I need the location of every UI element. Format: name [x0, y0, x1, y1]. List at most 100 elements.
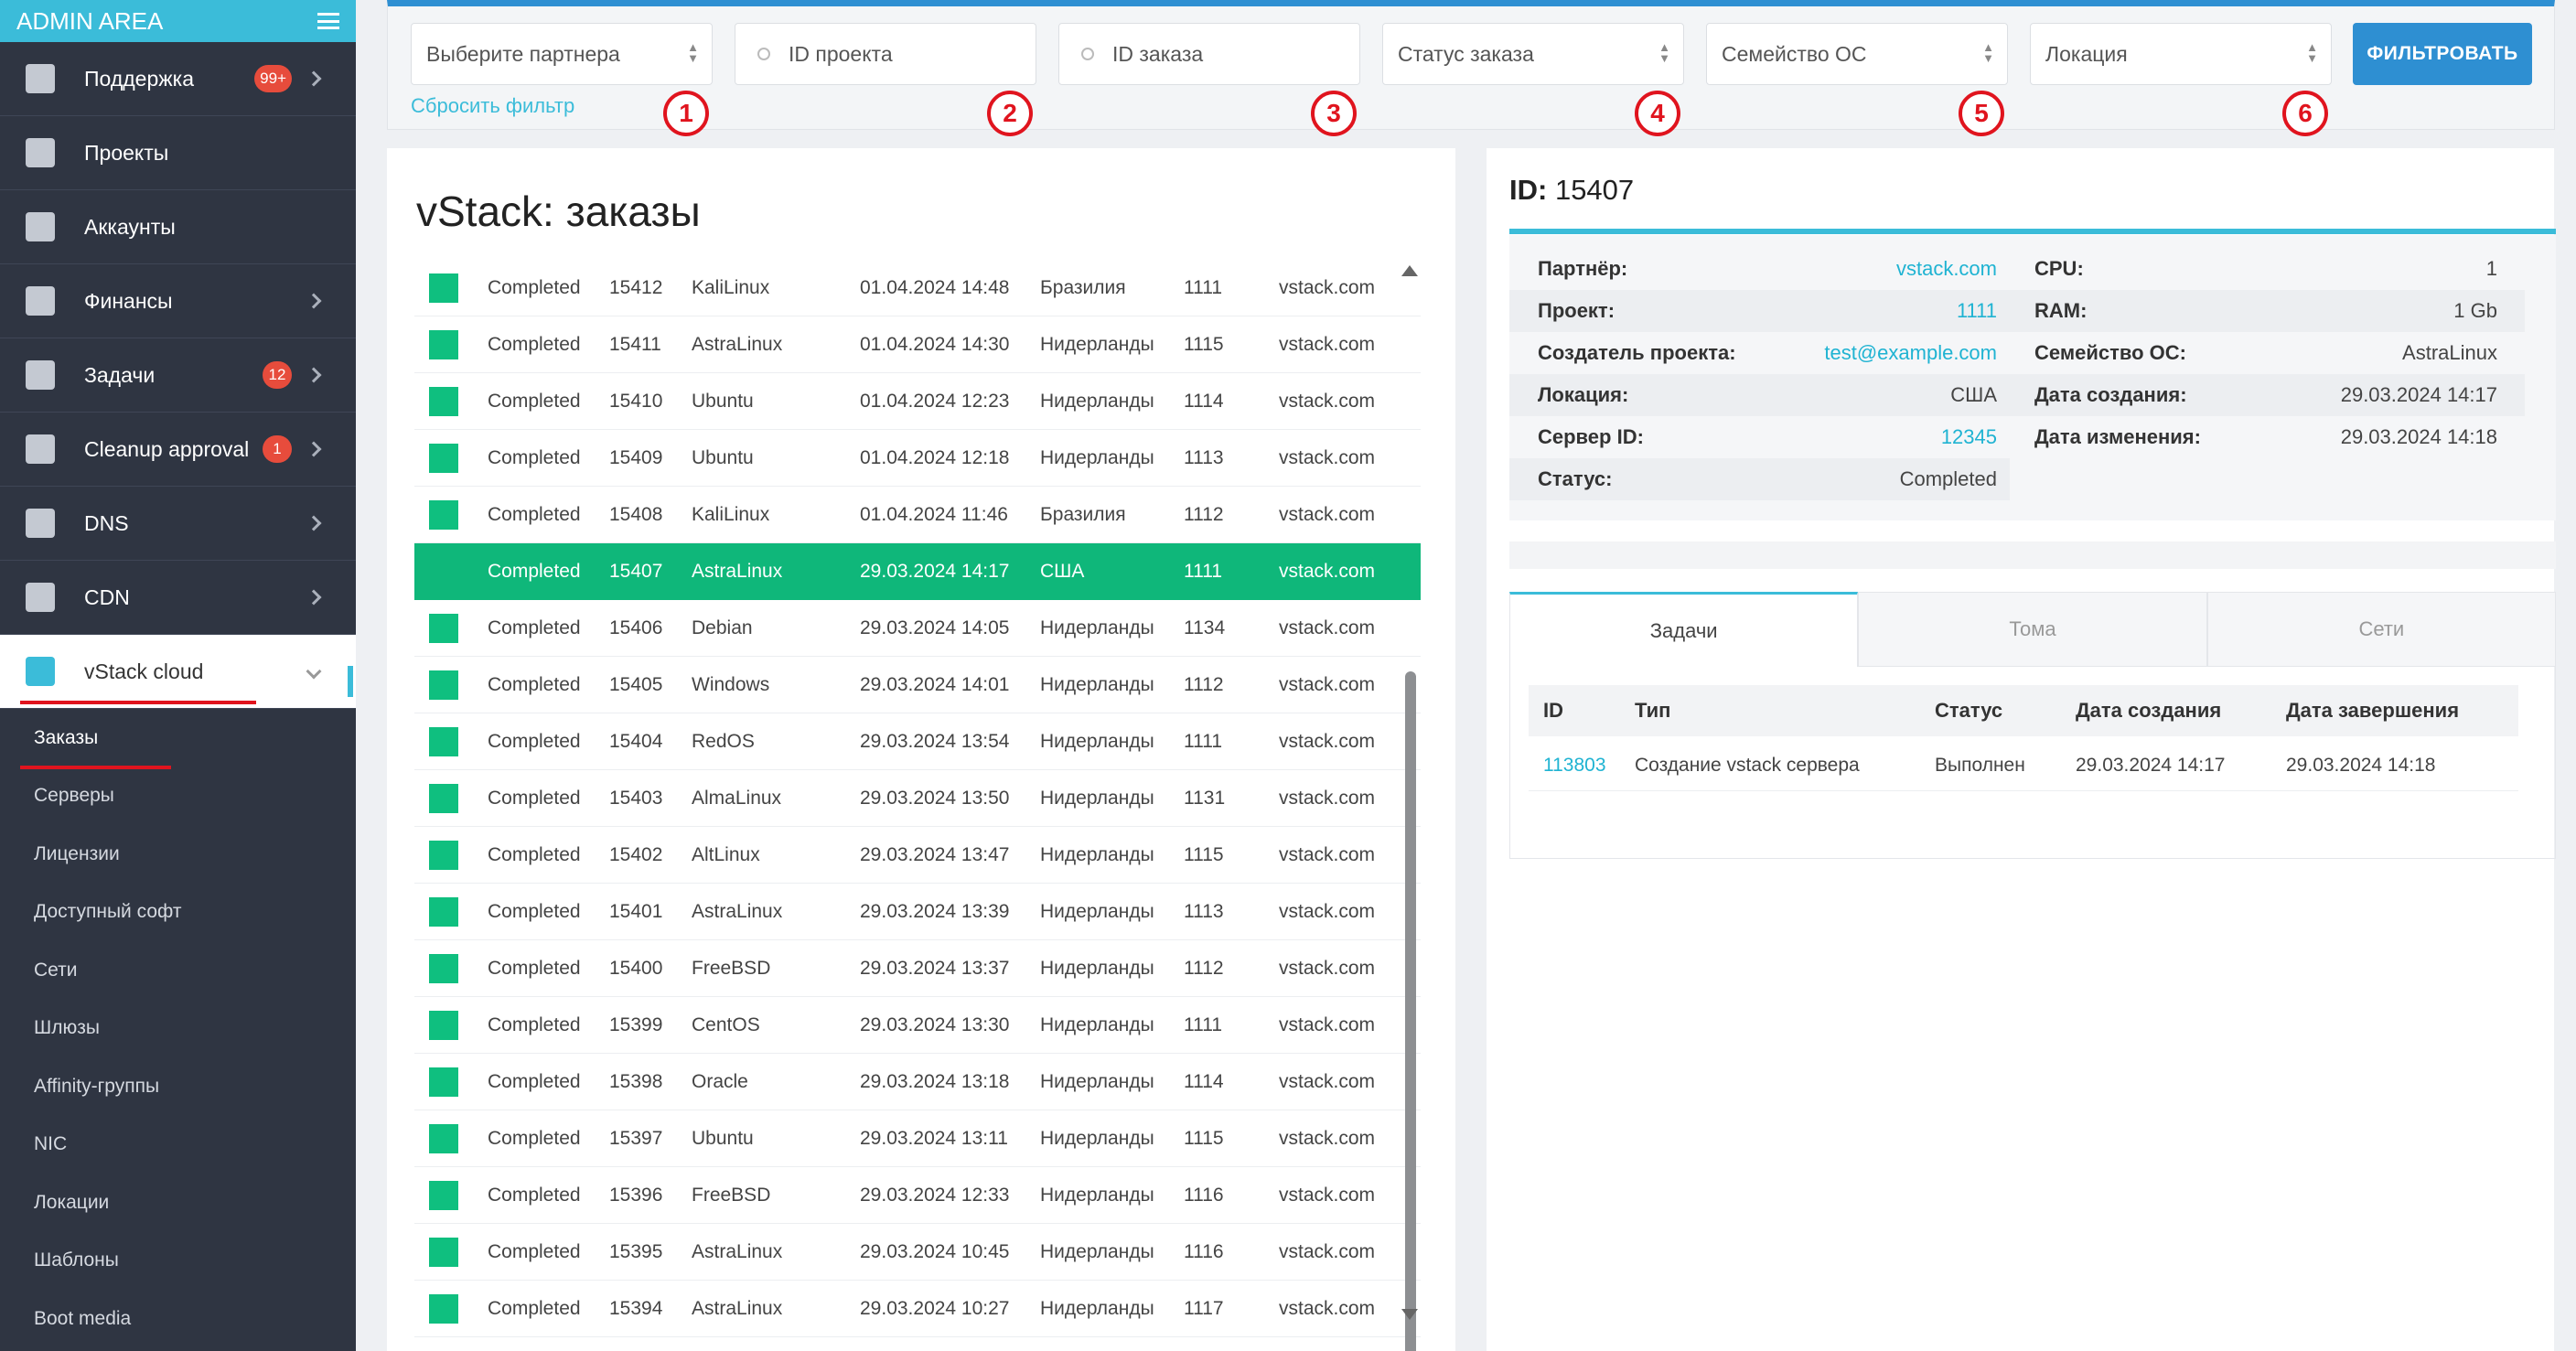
sidebar-item-3[interactable]: Финансы: [0, 264, 356, 338]
submenu-item-4[interactable]: Сети: [0, 941, 356, 1000]
details-info-box: Партнёр: vstack.com Проект: 1111 Создатель п…: [1509, 235, 2556, 520]
task-created: 29.03.2024 14:17: [2076, 754, 2226, 776]
submenu-item-10[interactable]: Boot media: [0, 1290, 356, 1348]
submenu-item-3[interactable]: Доступный софт: [0, 884, 356, 942]
scroll-down-arrow-icon[interactable]: [1401, 1309, 1418, 1320]
table-row[interactable]: Completed 15394 AstraLinux 29.03.2024 10:27…: [414, 1281, 1421, 1337]
table-row[interactable]: Completed 15395 AstraLinux 29.03.2024 10:45…: [414, 1224, 1421, 1281]
table-row[interactable]: Completed 15400 FreeBSD 29.03.2024 13:37 Нид…: [414, 940, 1421, 997]
table-row[interactable]: Completed 15411 AstraLinux 01.04.2024 14:30…: [414, 316, 1421, 373]
submenu-item-7[interactable]: NIC: [0, 1116, 356, 1174]
tab-volumes[interactable]: Тома: [1858, 592, 2207, 667]
order-id: 15411: [609, 333, 661, 355]
hamburger-menu-icon[interactable]: [317, 13, 339, 29]
sidebar-item-1[interactable]: Проекты: [0, 116, 356, 190]
order-project: 1111: [1184, 276, 1223, 298]
detail-value: AstraLinux: [2402, 341, 2497, 364]
order-status: Completed: [488, 1297, 581, 1319]
order-partner: vstack.com: [1279, 1013, 1376, 1035]
order-location: Нидерланды: [1040, 617, 1154, 638]
detail-value[interactable]: 12345: [1941, 425, 1997, 449]
order-status: Completed: [488, 957, 581, 979]
partner-select-label: Выберите партнера: [426, 41, 620, 66]
detail-key: Сервер ID:: [1538, 425, 1644, 448]
sidebar-item-6[interactable]: DNS: [0, 487, 356, 561]
order-project: 1115: [1184, 843, 1224, 865]
table-row[interactable]: Completed 15401 AstraLinux 29.03.2024 13:39…: [414, 884, 1421, 940]
submenu-item-5[interactable]: Шлюзы: [0, 1000, 356, 1058]
scroll-thumb[interactable]: [1405, 671, 1416, 1351]
order-status: Completed: [488, 843, 581, 865]
submenu-item-2[interactable]: Лицензии: [0, 825, 356, 884]
os-family-select[interactable]: Семейство ОС ▲ ▼: [1706, 23, 2008, 85]
table-row[interactable]: Completed 15399 CentOS 29.03.2024 13:30 Ниде…: [414, 997, 1421, 1054]
table-row[interactable]: Completed 15402 AltLinux 29.03.2024 13:47 Ни…: [414, 827, 1421, 884]
submenu-item-1[interactable]: Серверы: [0, 767, 356, 826]
detail-row: CPU: 1: [2010, 248, 2525, 290]
partner-select[interactable]: Выберите партнера ▲ ▼: [411, 23, 713, 85]
submenu-item-8[interactable]: Локации: [0, 1174, 356, 1232]
order-id-input[interactable]: ID заказа: [1058, 23, 1360, 85]
table-row[interactable]: Completed 15405 Windows 29.03.2024 14:01 Нид…: [414, 657, 1421, 713]
order-location: Нидерланды: [1040, 333, 1154, 355]
order-partner: vstack.com: [1279, 617, 1376, 638]
annotation-marker-6: 6: [2282, 91, 2328, 136]
order-os: Ubuntu: [692, 446, 754, 468]
order-status-select[interactable]: Статус заказа ▲ ▼: [1382, 23, 1684, 85]
submenu-item-0[interactable]: Заказы: [0, 709, 356, 767]
detail-value[interactable]: 1111: [1957, 299, 1997, 323]
table-row[interactable]: Completed 15412 KaliLinux 01.04.2024 14:48 Б…: [414, 260, 1421, 316]
order-id: 15406: [609, 617, 663, 638]
sidebar-item-0[interactable]: Поддержка 99+: [0, 42, 356, 116]
task-type: Создание vstack сервера: [1635, 754, 1860, 776]
table-row[interactable]: Completed 15398 Oracle 29.03.2024 13:18 Ниде…: [414, 1054, 1421, 1110]
order-location: Нидерланды: [1040, 843, 1154, 865]
table-row[interactable]: Completed 15396 FreeBSD 29.03.2024 12:33 Нид…: [414, 1167, 1421, 1224]
project-id-input[interactable]: ID проекта: [735, 23, 1036, 85]
table-row[interactable]: Completed 15409 Ubuntu 01.04.2024 12:18 Ниде…: [414, 430, 1421, 487]
sidebar: ADMIN AREA Поддержка 99+ Проекты Аккаунты Фи…: [0, 0, 356, 1351]
chevron-icon: [306, 515, 322, 531]
page-title: vStack: заказы: [416, 188, 701, 235]
detail-row: Локация: США: [1509, 374, 2010, 416]
table-row[interactable]: Completed 15397 Ubuntu 29.03.2024 13:11 Ниде…: [414, 1110, 1421, 1167]
sidebar-item-8[interactable]: vStack cloud: [0, 635, 356, 709]
table-row[interactable]: Completed 15408 KaliLinux 01.04.2024 11:46 Б…: [414, 487, 1421, 543]
tab-tasks[interactable]: Задачи: [1509, 592, 1859, 667]
sidebar-item-label: vStack cloud: [84, 659, 204, 683]
detail-row: Партнёр: vstack.com: [1509, 248, 2010, 290]
details-right-column: CPU: 1 RAM: 1 Gb Семейство ОС: AstraLinux Дата…: [2010, 248, 2525, 458]
submenu-item-9[interactable]: Шаблоны: [0, 1232, 356, 1291]
scroll-up-arrow-icon[interactable]: [1401, 265, 1418, 276]
order-partner: vstack.com: [1279, 843, 1376, 865]
chevron-icon: [306, 70, 322, 87]
detail-value[interactable]: vstack.com: [1896, 257, 1997, 281]
sidebar-item-7[interactable]: CDN: [0, 561, 356, 635]
sidebar-item-label: Аккаунты: [84, 214, 176, 239]
sidebar-item-4[interactable]: Задачи 12: [0, 338, 356, 413]
sidebar-item-5[interactable]: Cleanup approval 1: [0, 413, 356, 487]
orders-scrollbar[interactable]: [1400, 260, 1420, 1351]
sidebar-item-2[interactable]: Аккаунты: [0, 190, 356, 264]
order-project: 1112: [1184, 957, 1224, 979]
location-select[interactable]: Локация ▲ ▼: [2030, 23, 2332, 85]
order-project: 1115: [1184, 333, 1224, 355]
order-location: Бразилия: [1040, 503, 1126, 525]
tab-networks[interactable]: Сети: [2206, 592, 2556, 667]
table-row[interactable]: Completed 15406 Debian 29.03.2024 14:05 Ниде…: [414, 600, 1421, 657]
order-date: 29.03.2024 13:30: [860, 1013, 1010, 1035]
submenu-item-6[interactable]: Affinity-группы: [0, 1057, 356, 1116]
sidebar-item-label: Cleanup approval: [84, 436, 250, 461]
order-id: 15397: [609, 1127, 663, 1149]
table-row[interactable]: Completed 15407 AstraLinux 29.03.2024 14:17…: [414, 543, 1421, 600]
status-square-icon: [429, 329, 458, 359]
filter-button[interactable]: ФИЛЬТРОВАТЬ: [2353, 23, 2532, 85]
table-row[interactable]: Completed 15410 Ubuntu 01.04.2024 12:23 Ниде…: [414, 373, 1421, 430]
task-id-link[interactable]: 113803: [1529, 755, 1635, 777]
detail-value[interactable]: test@example.com: [1824, 341, 1997, 365]
order-details-panel: ID: 15407 Партнёр: vstack.com Проект: 1111 С…: [1487, 148, 2556, 1351]
table-row[interactable]: Completed 15403 AlmaLinux 29.03.2024 13:50 Н…: [414, 770, 1421, 827]
table-row[interactable]: Completed 15404 RedOS 29.03.2024 13:54 Нидер…: [414, 713, 1421, 770]
col-header-type: Тип: [1635, 699, 1671, 722]
reset-filter-link[interactable]: Сбросить фильтр: [411, 94, 574, 118]
